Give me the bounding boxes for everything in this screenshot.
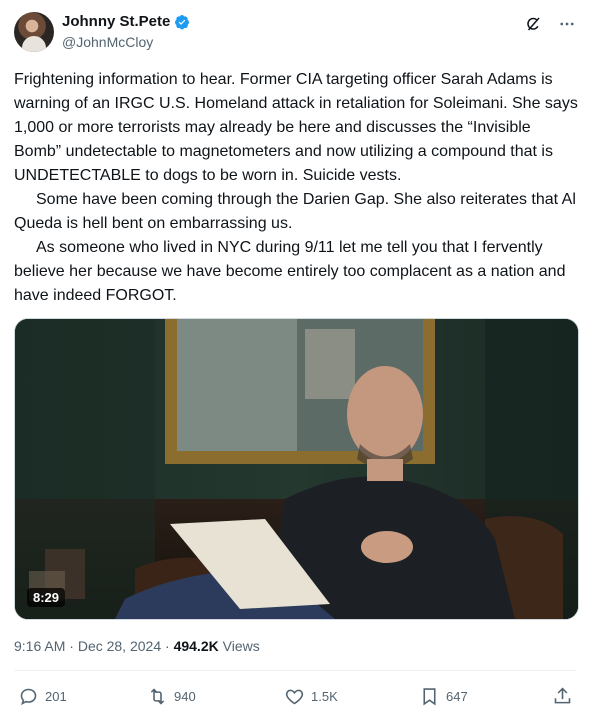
like-button[interactable]: 1.5K — [284, 686, 338, 707]
tweet-time[interactable]: 9:16 AM — [14, 638, 65, 654]
tweet-paragraph: Some have been coming through the Darien… — [14, 191, 576, 232]
meta-separator: · — [69, 638, 74, 654]
like-icon — [285, 689, 304, 705]
bookmark-icon — [423, 688, 436, 706]
repost-button[interactable]: 940 — [147, 686, 196, 707]
repost-icon — [150, 688, 165, 705]
video-frame — [15, 319, 578, 619]
like-count: 1.5K — [311, 689, 338, 704]
reply-icon — [20, 688, 37, 706]
tweet-paragraph: Frightening information to hear. Former … — [14, 71, 578, 184]
views-count: 494.2K — [173, 638, 219, 654]
views-label: Views — [222, 638, 260, 654]
tweet-header: Johnny St.Pete @JohnMcCloy — [14, 12, 577, 56]
video-duration: 8:29 — [27, 588, 66, 607]
grok-icon[interactable] — [523, 14, 543, 34]
tweet-text: Frightening information to hear. Former … — [14, 68, 580, 308]
share-button[interactable] — [552, 686, 573, 707]
avatar[interactable] — [14, 12, 54, 52]
verified-badge-icon — [175, 14, 190, 29]
meta-separator: · — [165, 638, 170, 654]
bookmark-count: 647 — [446, 689, 468, 704]
divider — [14, 670, 577, 671]
top-actions — [523, 14, 577, 34]
bookmark-button[interactable]: 647 — [419, 686, 468, 707]
author-name-row: Johnny St.Pete — [62, 13, 190, 30]
action-bar: 201 940 1.5K 647 — [14, 686, 577, 714]
display-name[interactable]: Johnny St.Pete — [62, 13, 170, 30]
video-player[interactable]: 8:29 — [14, 318, 579, 620]
repost-count: 940 — [174, 689, 196, 704]
share-icon — [554, 687, 571, 704]
reply-button[interactable]: 201 — [18, 686, 67, 707]
tweet-date[interactable]: Dec 28, 2024 — [78, 638, 161, 654]
tweet-meta: 9:16 AM · Dec 28, 2024 · 494.2K Views — [14, 638, 260, 654]
handle[interactable]: @JohnMcCloy — [62, 34, 153, 50]
reply-count: 201 — [45, 689, 67, 704]
tweet-paragraph: As someone who lived in NYC during 9/11 … — [14, 239, 566, 304]
more-icon[interactable] — [557, 14, 577, 34]
